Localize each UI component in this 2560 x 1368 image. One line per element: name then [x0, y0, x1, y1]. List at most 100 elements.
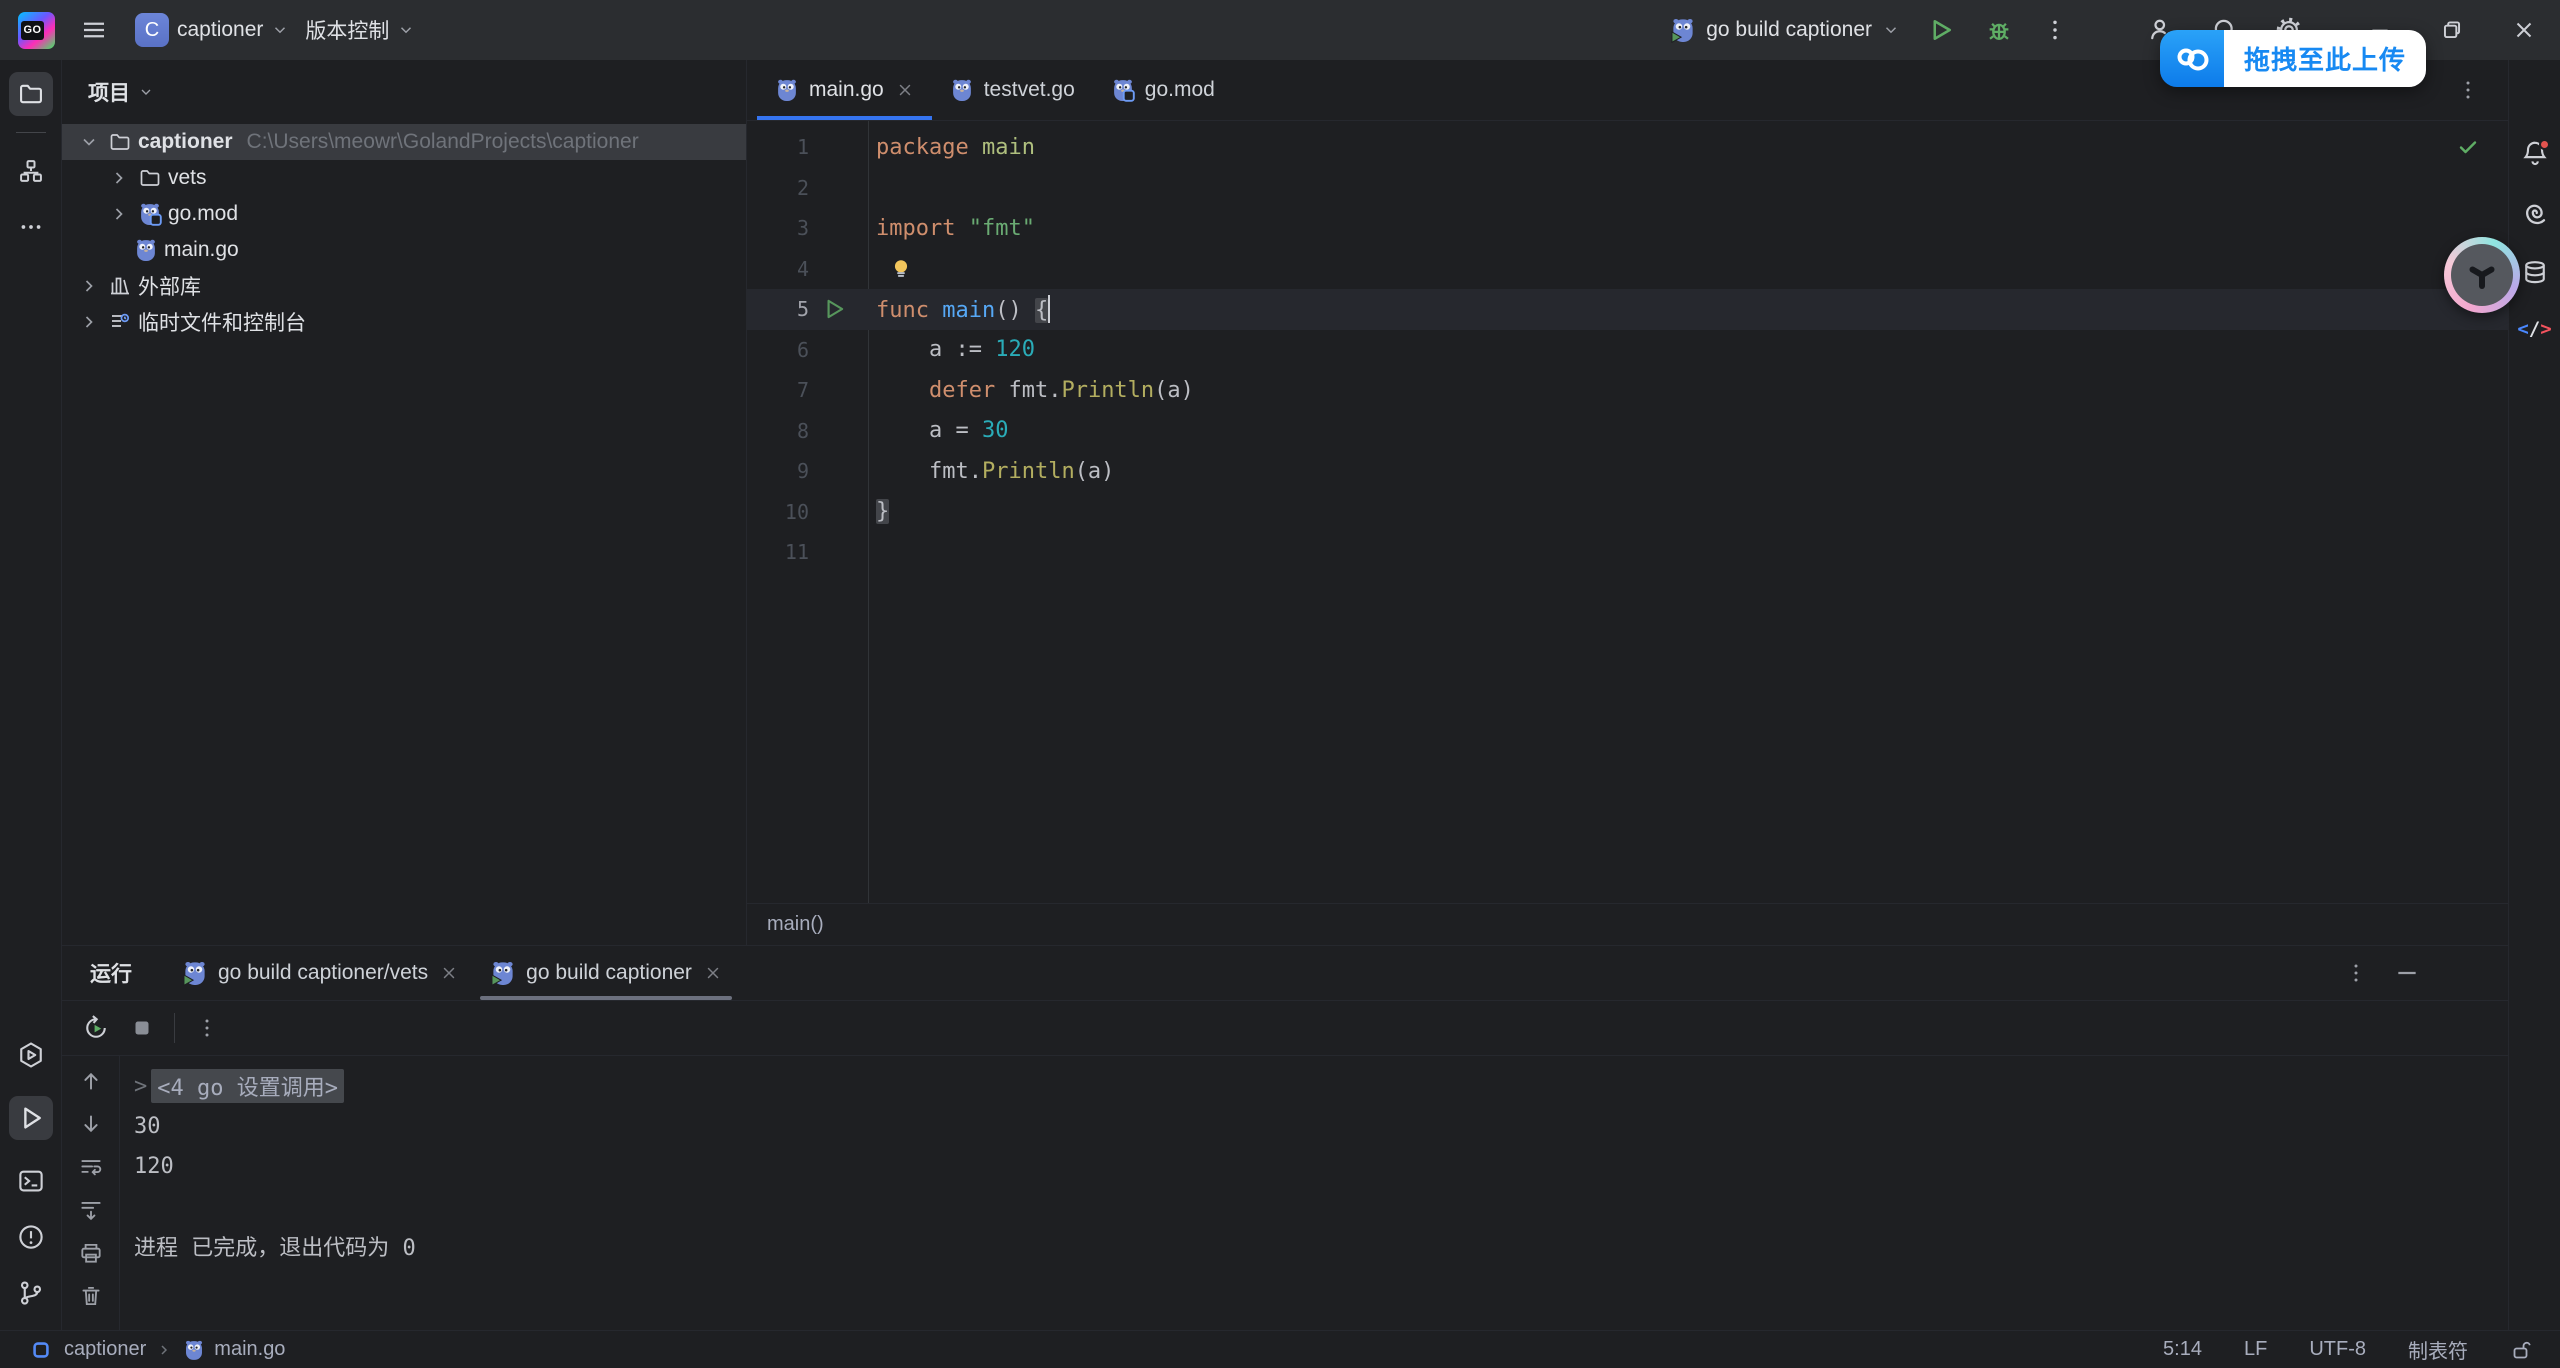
code-line-3[interactable]: 3import "fmt" [747, 208, 2508, 249]
restore-button[interactable] [2416, 0, 2488, 60]
line-number[interactable]: 2 [747, 176, 809, 200]
chevron-right-icon[interactable] [76, 312, 102, 332]
chevron-down-icon[interactable] [138, 84, 154, 100]
line-number[interactable]: 8 [747, 419, 809, 443]
editor-tab-go.mod[interactable]: go.mod [1093, 60, 1233, 120]
up-arrow-icon[interactable] [78, 1068, 104, 1094]
rerun-icon[interactable] [82, 1014, 110, 1042]
more-tool-windows-button[interactable] [9, 205, 53, 249]
file-encoding[interactable]: UTF-8 [2309, 1338, 2366, 1361]
run-tab-bar: go build captioner/vetsgo build captione… [166, 946, 738, 1000]
tree-item-main.go[interactable]: main.go [62, 232, 746, 268]
line-number[interactable]: 10 [747, 500, 809, 524]
stop-icon[interactable] [130, 1016, 154, 1040]
code-line-2[interactable]: 2 [747, 168, 2508, 209]
tab-label: main.go [809, 78, 884, 102]
intention-bulb-icon[interactable] [888, 256, 914, 282]
code-line-11[interactable]: 11 [747, 532, 2508, 573]
tree-item-外部库[interactable]: 外部库 [62, 268, 746, 304]
console-output[interactable]: ><4 go 设置调用>30120进程 已完成，退出代码为 0 [120, 1056, 2508, 1330]
hamburger-menu-icon[interactable] [79, 15, 109, 45]
terminal-tool-button[interactable] [16, 1166, 46, 1196]
unlock-icon[interactable] [2510, 1338, 2534, 1362]
run-line-icon[interactable] [821, 296, 847, 322]
project-widget[interactable]: captioner [169, 8, 297, 52]
code-line-1[interactable]: 1package main [747, 127, 2508, 168]
run-tab-go build captioner/vets[interactable]: go build captioner/vets [166, 946, 474, 1000]
editor-tab-testvet.go[interactable]: testvet.go [932, 60, 1093, 120]
run-tab-go build captioner[interactable]: go build captioner [474, 946, 738, 1000]
database-icon[interactable] [2520, 258, 2550, 288]
strip-divider [16, 132, 46, 133]
line-number[interactable]: 4 [747, 257, 809, 281]
ai-float-badge[interactable] [2444, 237, 2520, 313]
hide-panel-icon[interactable] [2394, 960, 2420, 986]
close-tab-icon[interactable] [440, 964, 458, 982]
line-number[interactable]: 6 [747, 338, 809, 362]
line-number[interactable]: 5 [747, 297, 809, 321]
status-project[interactable]: captioner [64, 1338, 146, 1361]
chevron-down-icon[interactable] [76, 132, 102, 152]
caret-position[interactable]: 5:14 [2163, 1338, 2202, 1361]
inspections-ok-icon[interactable] [2456, 135, 2480, 159]
line-separator[interactable]: LF [2244, 1338, 2267, 1361]
status-file[interactable]: main.go [214, 1338, 285, 1361]
vcs-widget[interactable]: 版本控制 [297, 8, 423, 52]
run-button[interactable] [1926, 15, 1956, 45]
indent-style[interactable]: 制表符 [2408, 1335, 2468, 1364]
code-line-5[interactable]: 5func main() { [747, 289, 2508, 330]
upload-drop-target[interactable]: 拖拽至此上传 [2160, 30, 2426, 87]
chevron-right-icon[interactable] [76, 276, 102, 296]
right-tool-strip: </> [2508, 60, 2560, 1330]
soft-wrap-icon[interactable] [78, 1154, 104, 1180]
tree-item-captioner[interactable]: captionerC:\Users\meowr\GolandProjects\c… [62, 124, 746, 160]
code-line-4[interactable]: 4 [747, 249, 2508, 290]
library-icon [108, 274, 132, 298]
line-number[interactable]: 3 [747, 216, 809, 240]
line-number[interactable]: 7 [747, 378, 809, 402]
endpoints-icon[interactable]: </> [2517, 318, 2551, 340]
more-actions-button[interactable] [2042, 17, 2068, 43]
print-icon[interactable] [78, 1240, 104, 1266]
line-number[interactable]: 1 [747, 135, 809, 159]
gopherRun-icon [490, 960, 516, 986]
close-tab-icon[interactable] [896, 81, 914, 99]
code-line-6[interactable]: 6 a := 120 [747, 330, 2508, 371]
code-line-10[interactable]: 10} [747, 492, 2508, 533]
code-area[interactable]: 1package main 2 3import "fmt" 4 5func main()… [747, 121, 2508, 903]
folded-output[interactable]: <4 go 设置调用> [151, 1069, 344, 1103]
tree-item-label: 外部库 [138, 271, 201, 301]
git-tool-button[interactable] [16, 1278, 46, 1308]
project-tool-button[interactable] [9, 72, 53, 116]
line-number[interactable]: 9 [747, 459, 809, 483]
clear-console-icon[interactable] [78, 1283, 104, 1309]
breadcrumb[interactable]: main() [747, 903, 2508, 945]
code-line-9[interactable]: 9 fmt.Println(a) [747, 451, 2508, 492]
tree-item-go.mod[interactable]: go.mod [62, 196, 746, 232]
ai-assistant-icon[interactable] [2520, 198, 2550, 228]
run-tool-button[interactable] [9, 1096, 53, 1140]
profiler-tool-button[interactable] [16, 1040, 46, 1070]
structure-tool-button[interactable] [9, 149, 53, 193]
code-line-8[interactable]: 8 a = 30 [747, 411, 2508, 452]
editor-tab-main.go[interactable]: main.go [757, 60, 932, 120]
problems-tool-button[interactable] [16, 1222, 46, 1252]
tree-item-临时文件和控制台[interactable]: 临时文件和控制台 [62, 304, 746, 340]
run-config-name[interactable]: go build captioner [1706, 18, 1872, 42]
chevron-right-icon[interactable] [106, 168, 132, 188]
notifications-bell-icon[interactable] [2520, 138, 2550, 168]
code-line-7[interactable]: 7 defer fmt.Println(a) [747, 370, 2508, 411]
chevron-right-icon[interactable] [106, 204, 132, 224]
run-panel-options-icon[interactable] [2344, 961, 2368, 985]
chevron-down-icon[interactable] [1882, 21, 1900, 39]
line-number[interactable]: 11 [747, 540, 809, 564]
close-window-button[interactable] [2488, 0, 2560, 60]
close-tab-icon[interactable] [704, 964, 722, 982]
tree-item-vets[interactable]: vets [62, 160, 746, 196]
run-more-options-icon[interactable] [195, 1016, 219, 1040]
project-avatar[interactable]: C [135, 13, 169, 47]
down-arrow-icon[interactable] [78, 1111, 104, 1137]
editor-more-icon[interactable] [2456, 60, 2480, 120]
scroll-to-end-icon[interactable] [78, 1197, 104, 1223]
debug-button[interactable] [1984, 15, 2014, 45]
